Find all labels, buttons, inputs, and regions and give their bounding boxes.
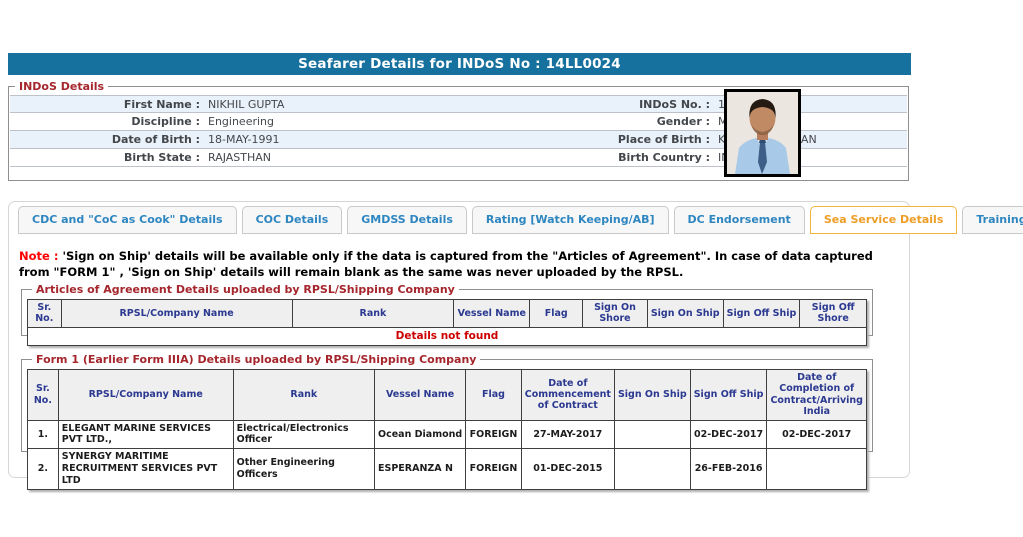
- field-value-birth-state: RAJASTHAN: [200, 149, 538, 166]
- cell-vessel: ESPERANZA N: [375, 449, 466, 490]
- field-label-birth-state: Birth State :: [10, 149, 200, 166]
- cell-rank: Other Engineering Officers: [233, 449, 374, 490]
- note-label: Note :: [19, 249, 58, 263]
- cell-sign-on-ship: [614, 449, 690, 490]
- col-sign-on-ship: Sign On Ship: [647, 300, 723, 328]
- col-sign-off-ship: Sign Off Ship: [723, 300, 800, 328]
- tab-bar: CDC and "CoC as Cook" Details COC Detail…: [18, 206, 1023, 234]
- details-not-found-message: Details not found: [28, 327, 867, 345]
- indos-details-legend: INDoS Details: [15, 80, 108, 93]
- field-label-birth-country: Birth Country :: [538, 149, 710, 166]
- cell-flag: FOREIGN: [466, 420, 522, 449]
- cell-sign-off-ship: 02-DEC-2017: [690, 420, 767, 449]
- field-label-date-of-birth: Date of Birth :: [10, 131, 200, 148]
- col-vessel-name: Vessel Name: [454, 300, 530, 328]
- empty-message-row: Details not found: [28, 327, 867, 345]
- cell-completion: 02-DEC-2017: [767, 420, 867, 449]
- seafarer-details-page: { "title": "Seafarer Details for INDoS N…: [0, 0, 1023, 537]
- table-header-row: Sr. No. RPSL/Company Name Rank Vessel Na…: [28, 370, 867, 421]
- col-sign-on-shore: Sign On Shore: [583, 300, 648, 328]
- articles-of-agreement-fieldset: Articles of Agreement Details uploaded b…: [21, 283, 873, 336]
- tab-dc-endorsement[interactable]: DC Endorsement: [674, 206, 805, 234]
- note-body: 'Sign on Ship' details will be available…: [19, 249, 873, 279]
- seafarer-photo: [724, 89, 801, 177]
- table-row: 1. ELEGANT MARINE SERVICES PVT LTD., Ele…: [28, 420, 867, 449]
- page-title: Seafarer Details for INDoS No : 14LL0024: [8, 53, 911, 75]
- col-rank: Rank: [233, 370, 374, 421]
- cell-company: SYNERGY MARITIME RECRUITMENT SERVICES PV…: [58, 449, 233, 490]
- col-rank: Rank: [292, 300, 454, 328]
- col-sign-on-ship: Sign On Ship: [614, 370, 690, 421]
- cell-commencement: 01-DEC-2015: [521, 449, 614, 490]
- col-flag: Flag: [530, 300, 583, 328]
- col-sr-no: Sr. No.: [28, 370, 59, 421]
- col-date-of-completion: Date of Completion of Contract/Arriving …: [767, 370, 867, 421]
- col-vessel-name: Vessel Name: [375, 370, 466, 421]
- col-rpsl-company-name: RPSL/Company Name: [61, 300, 292, 328]
- articles-of-agreement-table: Sr. No. RPSL/Company Name Rank Vessel Na…: [27, 299, 867, 346]
- field-value-discipline: Engineering: [200, 113, 538, 130]
- cell-sign-on-ship: [614, 420, 690, 449]
- field-label-gender: Gender :: [538, 113, 710, 130]
- cell-vessel: Ocean Diamond: [375, 420, 466, 449]
- col-rpsl-company-name: RPSL/Company Name: [58, 370, 233, 421]
- tab-content-panel: CDC and "CoC as Cook" Details COC Detail…: [8, 201, 910, 478]
- cell-sr-no: 1.: [28, 420, 59, 449]
- tab-coc-details[interactable]: COC Details: [242, 206, 343, 234]
- tab-gmdss-details[interactable]: GMDSS Details: [347, 206, 467, 234]
- tab-rating-watch-keeping-ab[interactable]: Rating [Watch Keeping/AB]: [472, 206, 669, 234]
- col-sign-off-shore: Sign Off Shore: [800, 300, 867, 328]
- cell-sign-off-ship: 26-FEB-2016: [690, 449, 767, 490]
- col-date-of-commencement: Date of Commencement of Contract: [521, 370, 614, 421]
- note-text: Note : 'Sign on Ship' details will be av…: [19, 248, 885, 280]
- field-value-first-name: NIKHIL GUPTA: [200, 96, 538, 112]
- table-row: 2. SYNERGY MARITIME RECRUITMENT SERVICES…: [28, 449, 867, 490]
- form1-fieldset: Form 1 (Earlier Form IIIA) Details uploa…: [21, 353, 873, 452]
- cell-sr-no: 2.: [28, 449, 59, 490]
- form1-legend: Form 1 (Earlier Form IIIA) Details uploa…: [32, 353, 480, 366]
- field-label-first-name: First Name :: [10, 96, 200, 112]
- field-value-date-of-birth: 18-MAY-1991: [200, 131, 538, 148]
- tab-cdc-coc-as-cook-details[interactable]: CDC and "CoC as Cook" Details: [18, 206, 237, 234]
- col-sign-off-ship: Sign Off Ship: [690, 370, 767, 421]
- tab-training-details[interactable]: Training Details: [962, 206, 1023, 234]
- field-label-place-of-birth: Place of Birth :: [538, 131, 710, 148]
- cell-flag: FOREIGN: [466, 449, 522, 490]
- articles-of-agreement-legend: Articles of Agreement Details uploaded b…: [32, 283, 459, 296]
- cell-completion: [767, 449, 867, 490]
- cell-rank: Electrical/Electronics Officer: [233, 420, 374, 449]
- form1-table: Sr. No. RPSL/Company Name Rank Vessel Na…: [27, 369, 867, 490]
- table-header-row: Sr. No. RPSL/Company Name Rank Vessel Na…: [28, 300, 867, 328]
- col-sr-no: Sr. No.: [28, 300, 62, 328]
- cell-commencement: 27-MAY-2017: [521, 420, 614, 449]
- field-label-discipline: Discipline :: [10, 113, 200, 130]
- cell-company: ELEGANT MARINE SERVICES PVT LTD.,: [58, 420, 233, 449]
- field-label-indos-no: INDoS No. :: [538, 96, 710, 112]
- col-flag: Flag: [466, 370, 522, 421]
- tab-sea-service-details[interactable]: Sea Service Details: [810, 206, 958, 234]
